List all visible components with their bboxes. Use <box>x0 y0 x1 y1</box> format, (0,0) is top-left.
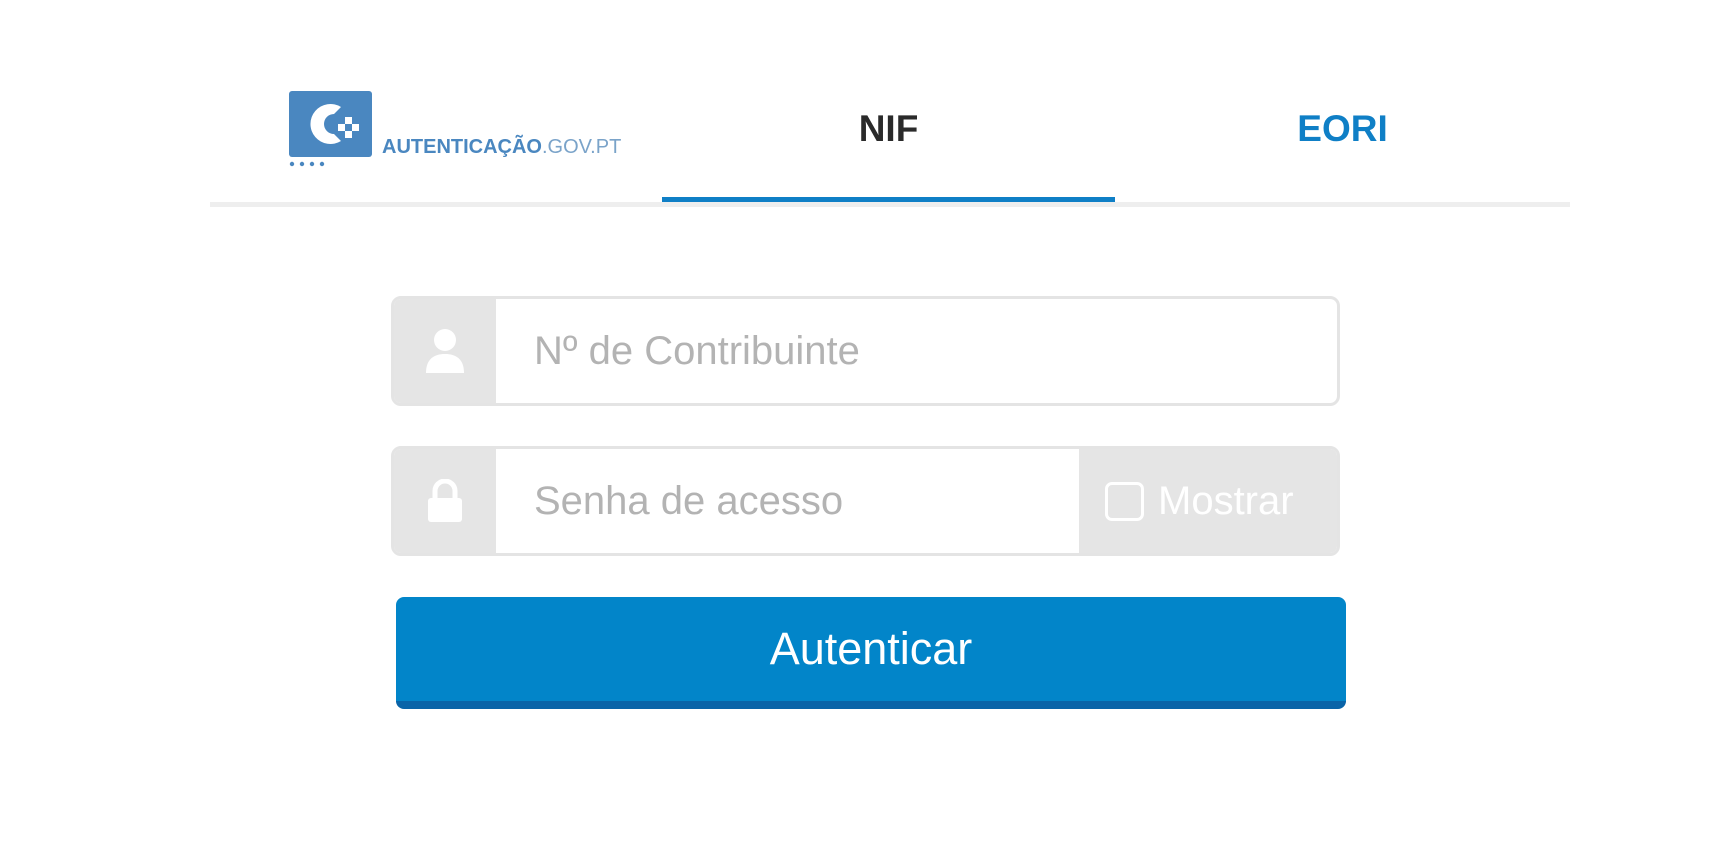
tab-nif-label: NIF <box>858 107 919 149</box>
tab-bar-divider <box>210 202 1570 207</box>
user-addon <box>394 299 496 403</box>
logo: AUTENTICAÇÃO.GOV.PT <box>210 60 662 202</box>
logo-wordmark: AUTENTICAÇÃO.GOV.PT <box>382 136 622 158</box>
password-input[interactable] <box>496 449 1079 553</box>
password-field-group: Mostrar <box>391 446 1340 556</box>
nif-field-group <box>391 296 1340 406</box>
top-navigation: AUTENTICAÇÃO.GOV.PT NIF EORI <box>210 60 1570 207</box>
tab-eori[interactable]: EORI <box>1115 60 1570 207</box>
authenticate-button-label: Autenticar <box>769 623 973 674</box>
user-icon <box>426 329 464 373</box>
autenticacao-gov-logo-icon <box>289 91 372 157</box>
authenticate-button[interactable]: Autenticar <box>396 597 1346 709</box>
lock-addon <box>394 449 496 553</box>
nif-input[interactable] <box>496 299 1337 403</box>
tab-eori-label: EORI <box>1297 107 1388 149</box>
show-password-toggle[interactable]: Mostrar <box>1079 449 1337 553</box>
lock-icon <box>428 479 462 522</box>
show-password-checkbox[interactable] <box>1105 481 1144 521</box>
logo-dots-icon <box>289 161 325 167</box>
tab-nif[interactable]: NIF <box>662 60 1115 207</box>
show-password-label: Mostrar <box>1158 478 1294 523</box>
